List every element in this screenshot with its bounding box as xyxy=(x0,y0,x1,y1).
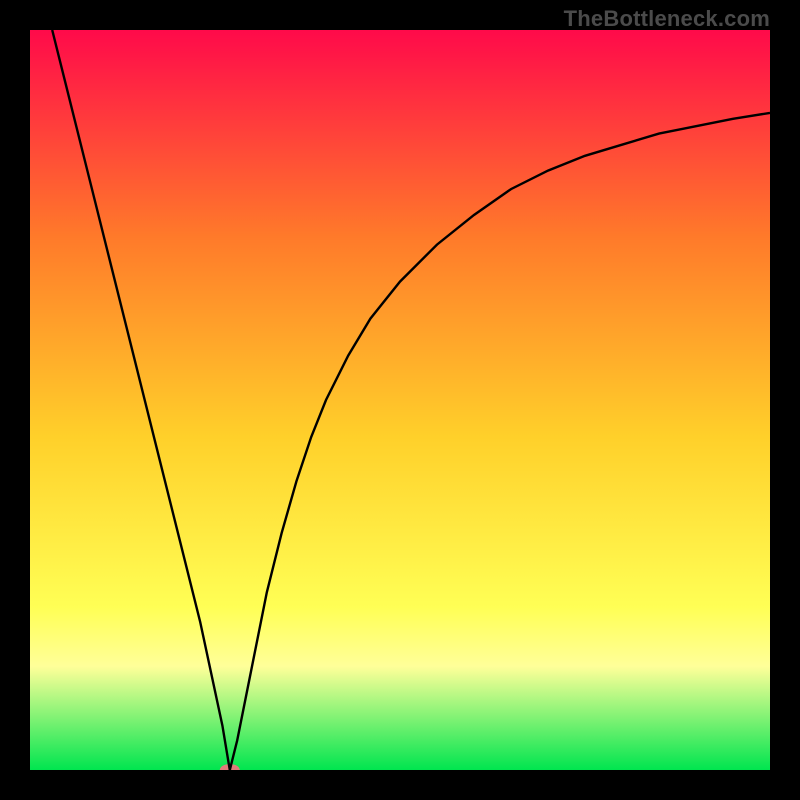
gradient-bg xyxy=(30,30,770,770)
watermark-text: TheBottleneck.com xyxy=(564,6,770,32)
chart-frame xyxy=(30,30,770,770)
bottleneck-chart xyxy=(30,30,770,770)
